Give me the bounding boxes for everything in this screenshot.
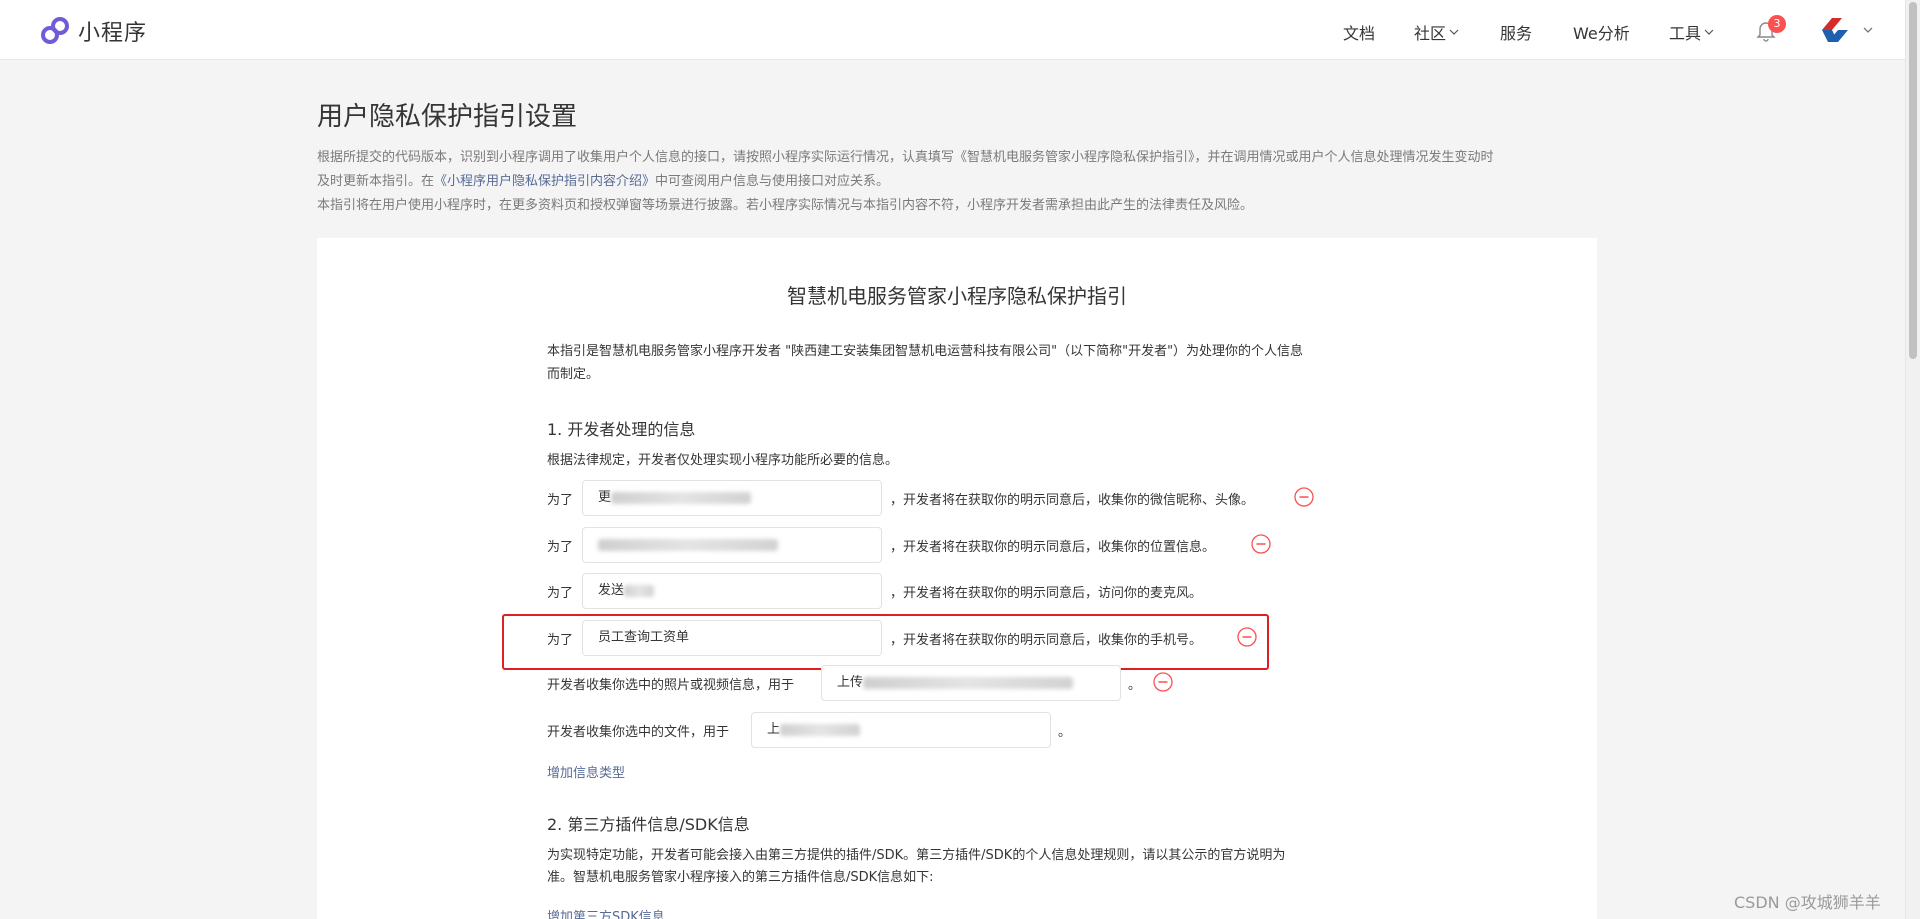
photo-purpose-input[interactable]: 上传 xyxy=(821,665,1121,701)
remove-circle-icon[interactable] xyxy=(1237,627,1257,647)
nav-community-label: 社区 xyxy=(1414,24,1447,43)
purpose-input-1-value: 更 xyxy=(598,490,612,505)
purpose-input-2[interactable] xyxy=(582,527,882,563)
section-1-title: 1. 开发者处理的信息 xyxy=(547,420,696,439)
row-4-suffix: ，开发者将在获取你的明示同意后，收集你的手机号。 xyxy=(890,633,1203,648)
file-purpose-input-value: 上 xyxy=(767,722,781,737)
row-1-prefix: 为了 xyxy=(547,493,574,508)
section-1-description: 根据法律规定，开发者仅处理实现小程序功能所必要的信息。 xyxy=(547,453,899,468)
nav-docs[interactable]: 文档 xyxy=(1343,20,1375,44)
intro-line-2-end: 中可查阅用户信息与使用接口对应关系。 xyxy=(655,174,890,189)
redacted-text xyxy=(863,676,1074,689)
remove-circle-icon[interactable] xyxy=(1294,487,1314,507)
purpose-input-1[interactable]: 更 xyxy=(582,480,882,516)
nav-services-label: 服务 xyxy=(1500,24,1533,43)
nav-docs-label: 文档 xyxy=(1343,24,1376,43)
section-2-title: 2. 第三方插件信息/SDK信息 xyxy=(547,815,750,834)
purpose-input-3-value: 发送 xyxy=(598,583,625,598)
page-title: 用户隐私保护指引设置 xyxy=(317,102,578,132)
intro-line-2: 及时更新本指引。在《小程序用户隐私保护指引内容介绍》中可查阅用户信息与使用接口对… xyxy=(317,170,1597,194)
nav-we-analysis-label: We分析 xyxy=(1573,24,1630,43)
redacted-text xyxy=(598,538,778,551)
page-intro: 根据所提交的代码版本，识别到小程序调用了收集用户个人信息的接口，请按照小程序实际… xyxy=(317,146,1597,218)
section-2-description-line-2: 准。智慧机电服务管家小程序接入的第三方插件信息/SDK信息如下: xyxy=(547,870,934,885)
row-3-prefix: 为了 xyxy=(547,586,574,601)
row-2-suffix: ，开发者将在获取你的明示同意后，收集你的位置信息。 xyxy=(890,540,1216,555)
row-3-suffix: ，开发者将在获取你的明示同意后，访问你的麦克风。 xyxy=(890,586,1203,601)
chevron-down-icon xyxy=(1449,29,1459,35)
logo-text: 小程序 xyxy=(78,21,148,46)
doc-preamble-line-1: 本指引是智慧机电服务管家小程序开发者 "陕西建工安装集团智慧机电运营科技有限公司… xyxy=(547,344,1304,359)
mini-program-logo-icon xyxy=(41,17,69,44)
intro-line-1: 根据所提交的代码版本，识别到小程序调用了收集用户个人信息的接口，请按照小程序实际… xyxy=(317,150,1494,165)
file-row-suffix: 。 xyxy=(1058,725,1072,740)
file-row-prefix: 开发者收集你选中的文件，用于 xyxy=(547,725,730,740)
redacted-text xyxy=(780,723,861,736)
privacy-guide-intro-link[interactable]: 《小程序用户隐私保护指引内容介绍》 xyxy=(434,174,655,189)
nav-community[interactable]: 社区 xyxy=(1414,20,1459,44)
photo-row-suffix: 。 xyxy=(1128,678,1142,693)
doc-title: 智慧机电服务管家小程序隐私保护指引 xyxy=(787,284,1127,308)
row-4-prefix: 为了 xyxy=(547,633,574,648)
remove-circle-icon[interactable] xyxy=(1153,672,1173,692)
file-purpose-input[interactable]: 上 xyxy=(751,712,1051,748)
photo-row-prefix: 开发者收集你选中的照片或视频信息，用于 xyxy=(547,678,795,693)
account-avatar[interactable] xyxy=(1818,14,1852,46)
chevron-down-icon xyxy=(1704,29,1714,35)
top-navigation-bar: 小程序 文档 社区 服务 We分析 工具 3 xyxy=(0,0,1905,60)
redacted-text xyxy=(624,584,655,597)
purpose-input-4[interactable]: 员工查询工资单 xyxy=(582,620,882,656)
remove-circle-icon[interactable] xyxy=(1251,534,1271,554)
intro-line-2-start: 及时更新本指引。在 xyxy=(317,174,435,189)
nav-we-analysis[interactable]: We分析 xyxy=(1573,20,1630,44)
add-sdk-link[interactable]: 增加第三方SDK信息 xyxy=(547,906,665,919)
nav-services[interactable]: 服务 xyxy=(1500,20,1532,44)
add-info-type-link[interactable]: 增加信息类型 xyxy=(547,762,625,781)
watermark: CSDN @攻城狮羊羊 xyxy=(1734,893,1881,912)
redacted-text xyxy=(611,491,752,504)
mini-program-logo[interactable]: 小程序 xyxy=(38,15,147,47)
nav-tools[interactable]: 工具 xyxy=(1669,20,1714,44)
photo-purpose-input-value: 上传 xyxy=(837,675,864,690)
purpose-input-4-value: 员工查询工资单 xyxy=(598,630,690,645)
chevron-down-icon[interactable] xyxy=(1862,24,1874,36)
notification-badge: 3 xyxy=(1768,15,1786,33)
purpose-input-3[interactable]: 发送 xyxy=(582,573,882,609)
nav-tools-label: 工具 xyxy=(1669,24,1702,43)
row-1-suffix: ，开发者将在获取你的明示同意后，收集你的微信昵称、头像。 xyxy=(890,493,1255,508)
doc-preamble-line-2: 而制定。 xyxy=(547,367,600,382)
section-2-description-line-1: 为实现特定功能，开发者可能会接入由第三方提供的插件/SDK。第三方插件/SDK的… xyxy=(547,848,1286,863)
intro-line-3: 本指引将在用户使用小程序时，在更多资料页和授权弹窗等场景进行披露。若小程序实际情… xyxy=(317,198,1254,213)
row-2-prefix: 为了 xyxy=(547,540,574,555)
